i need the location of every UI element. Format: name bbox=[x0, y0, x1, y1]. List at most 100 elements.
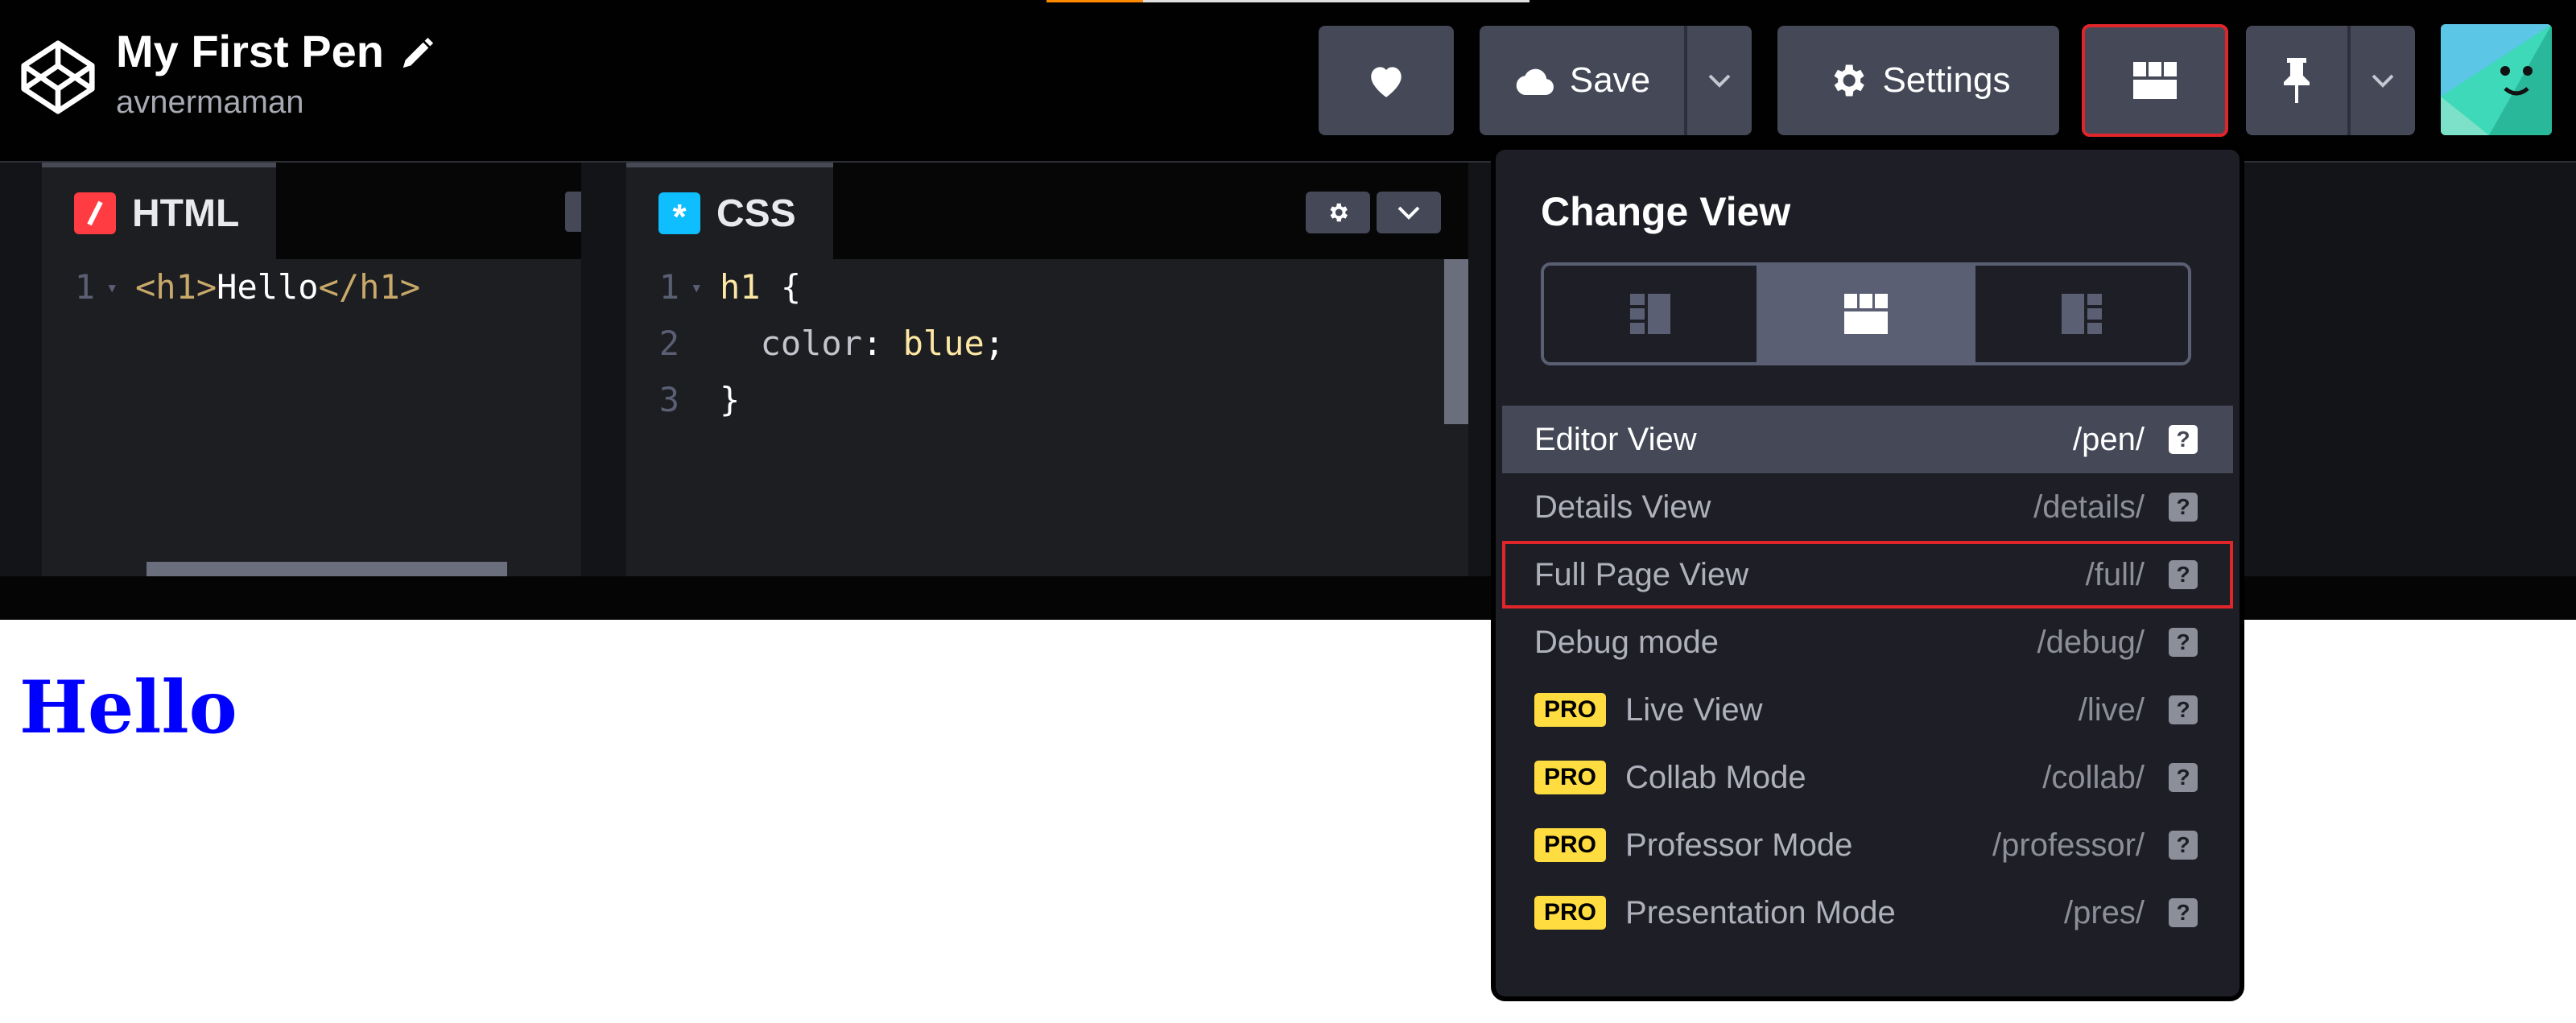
view-menu-item-path: /pres/ bbox=[2063, 894, 2145, 930]
view-menu-item-path: /professor/ bbox=[1992, 827, 2145, 863]
codepen-logo-icon[interactable] bbox=[19, 39, 97, 116]
view-menu-item-details[interactable]: Details View/details/? bbox=[1502, 473, 2233, 541]
view-menu-item-label: Editor View bbox=[1534, 421, 1697, 457]
layout-top-icon bbox=[1844, 294, 1888, 334]
chevron-down-icon bbox=[2372, 74, 2394, 88]
pro-badge: PRO bbox=[1534, 896, 1607, 930]
css-badge-icon: * bbox=[658, 192, 700, 235]
chevron-down-icon bbox=[1397, 206, 1420, 220]
view-menu-item-path: /live/ bbox=[2078, 691, 2145, 728]
line-number: 3 bbox=[658, 380, 679, 419]
heart-icon bbox=[1371, 67, 1402, 97]
view-menu-item-label: Professor Mode bbox=[1625, 827, 1853, 863]
code-line[interactable]: 2 color: blue; bbox=[626, 316, 1468, 372]
save-options-dropdown[interactable] bbox=[1687, 26, 1752, 135]
save-button[interactable]: Save bbox=[1480, 26, 1684, 135]
layout-right-icon bbox=[2062, 294, 2102, 334]
code-token: h1 bbox=[720, 267, 761, 307]
help-icon[interactable]: ? bbox=[2169, 560, 2198, 589]
view-menu-list: Editor View/pen/? Details View/details/? F… bbox=[1502, 406, 2233, 947]
layout-selector bbox=[1541, 262, 2191, 365]
tab-html-label: HTML bbox=[132, 192, 240, 235]
chevron-down-icon bbox=[1708, 74, 1731, 88]
view-menu-item-debug[interactable]: Debug mode/debug/? bbox=[1502, 608, 2233, 676]
view-menu-item-pres[interactable]: PRO Presentation Mode/pres/? bbox=[1502, 879, 2233, 947]
settings-label: Settings bbox=[1882, 60, 2011, 100]
code-token: blue bbox=[902, 324, 985, 363]
pen-title[interactable]: My First Pen bbox=[116, 24, 384, 79]
view-menu-item-full[interactable]: Full Page View/full/? bbox=[1502, 541, 2233, 608]
pro-badge: PRO bbox=[1534, 828, 1607, 862]
fold-arrow-icon[interactable]: ▾ bbox=[106, 259, 118, 316]
code-token: Hello bbox=[217, 267, 319, 307]
css-editor-pane: * CSS 1 ▾ h1 {2 color: blue; 3} bbox=[626, 163, 1468, 581]
pin-button[interactable] bbox=[2246, 26, 2347, 135]
save-label: Save bbox=[1569, 60, 1651, 100]
change-view-button[interactable] bbox=[2082, 24, 2228, 137]
layout-right-option[interactable] bbox=[1972, 266, 2188, 362]
view-menu-item-label: Live View bbox=[1625, 691, 1763, 728]
help-icon[interactable]: ? bbox=[2169, 763, 2198, 792]
loading-progress-bar bbox=[1046, 0, 1530, 2]
code-line[interactable]: 1 ▾ <h1>Hello</h1> bbox=[42, 259, 581, 316]
like-button[interactable] bbox=[1319, 26, 1454, 135]
pencil-icon[interactable] bbox=[398, 35, 436, 72]
pin-options-dropdown[interactable] bbox=[2351, 26, 2415, 135]
html-badge-icon bbox=[74, 192, 116, 234]
help-icon[interactable]: ? bbox=[2169, 898, 2198, 927]
editor-options-button[interactable] bbox=[565, 192, 581, 232]
code-token: : bbox=[862, 324, 903, 363]
css-code-editor[interactable]: 1 ▾ h1 {2 color: blue; 3} bbox=[626, 259, 1468, 581]
view-menu-item-label: Debug mode bbox=[1534, 624, 1719, 660]
code-text: color: blue; bbox=[720, 316, 1005, 372]
code-text: h1 { bbox=[720, 259, 801, 316]
code-token: } bbox=[720, 380, 741, 419]
header-bar: My First Pen avnermaman Save Settings bbox=[0, 0, 2576, 161]
vertical-scrollbar[interactable] bbox=[1444, 259, 1468, 424]
html-code-editor[interactable]: 1 ▾ <h1>Hello</h1> bbox=[42, 259, 581, 581]
avatar[interactable] bbox=[2441, 24, 2552, 135]
code-token: <h1> bbox=[135, 267, 217, 307]
view-menu-item-live[interactable]: PRO Live View/live/? bbox=[1502, 676, 2233, 744]
preview-heading: Hello bbox=[19, 665, 237, 750]
cloud-icon bbox=[1516, 68, 1554, 95]
view-menu-item-pen[interactable]: Editor View/pen/? bbox=[1502, 406, 2233, 473]
help-icon[interactable]: ? bbox=[2169, 493, 2198, 522]
code-token: ; bbox=[984, 324, 1005, 363]
code-token: color bbox=[720, 324, 863, 363]
tab-css[interactable]: * CSS bbox=[626, 163, 833, 259]
fold-arrow-icon[interactable]: ▾ bbox=[691, 259, 702, 316]
pro-badge: PRO bbox=[1534, 693, 1607, 727]
view-menu-item-path: /pen/ bbox=[2073, 421, 2145, 457]
code-line[interactable]: 3} bbox=[626, 372, 1468, 428]
layout-top-option[interactable] bbox=[1757, 266, 1972, 362]
pin-icon bbox=[2284, 58, 2310, 103]
code-token: </h1> bbox=[318, 267, 421, 307]
dropdown-title: Change View bbox=[1541, 189, 1791, 234]
layout-grid-icon bbox=[2133, 62, 2177, 99]
layout-left-option[interactable] bbox=[1544, 266, 1757, 362]
code-token: { bbox=[760, 267, 802, 307]
view-menu-item-path: /full/ bbox=[2085, 556, 2145, 592]
css-collapse-button[interactable] bbox=[1377, 192, 1441, 233]
line-number: 1 bbox=[74, 267, 95, 307]
view-menu-item-path: /debug/ bbox=[2037, 624, 2145, 660]
help-icon[interactable]: ? bbox=[2169, 695, 2198, 724]
username[interactable]: avnermaman bbox=[116, 82, 436, 122]
pro-badge: PRO bbox=[1534, 761, 1607, 794]
settings-button[interactable]: Settings bbox=[1777, 26, 2059, 135]
help-icon[interactable]: ? bbox=[2169, 831, 2198, 860]
line-number: 1 bbox=[658, 267, 679, 307]
help-icon[interactable]: ? bbox=[2169, 628, 2198, 657]
html-editor-pane: HTML 1 ▾ <h1>Hello</h1> bbox=[42, 163, 581, 581]
gear-icon bbox=[1330, 203, 1348, 222]
view-menu-item-path: /collab/ bbox=[2042, 759, 2145, 795]
code-line[interactable]: 1 ▾ h1 { bbox=[626, 259, 1468, 316]
view-menu-item-professor[interactable]: PRO Professor Mode/professor/? bbox=[1502, 811, 2233, 879]
tab-html[interactable]: HTML bbox=[42, 163, 277, 259]
view-menu-item-label: Collab Mode bbox=[1625, 759, 1806, 795]
view-menu-item-collab[interactable]: PRO Collab Mode/collab/? bbox=[1502, 744, 2233, 811]
css-settings-button[interactable] bbox=[1306, 192, 1370, 233]
help-icon[interactable]: ? bbox=[2169, 425, 2198, 454]
view-menu-item-path: /details/ bbox=[2033, 489, 2145, 525]
